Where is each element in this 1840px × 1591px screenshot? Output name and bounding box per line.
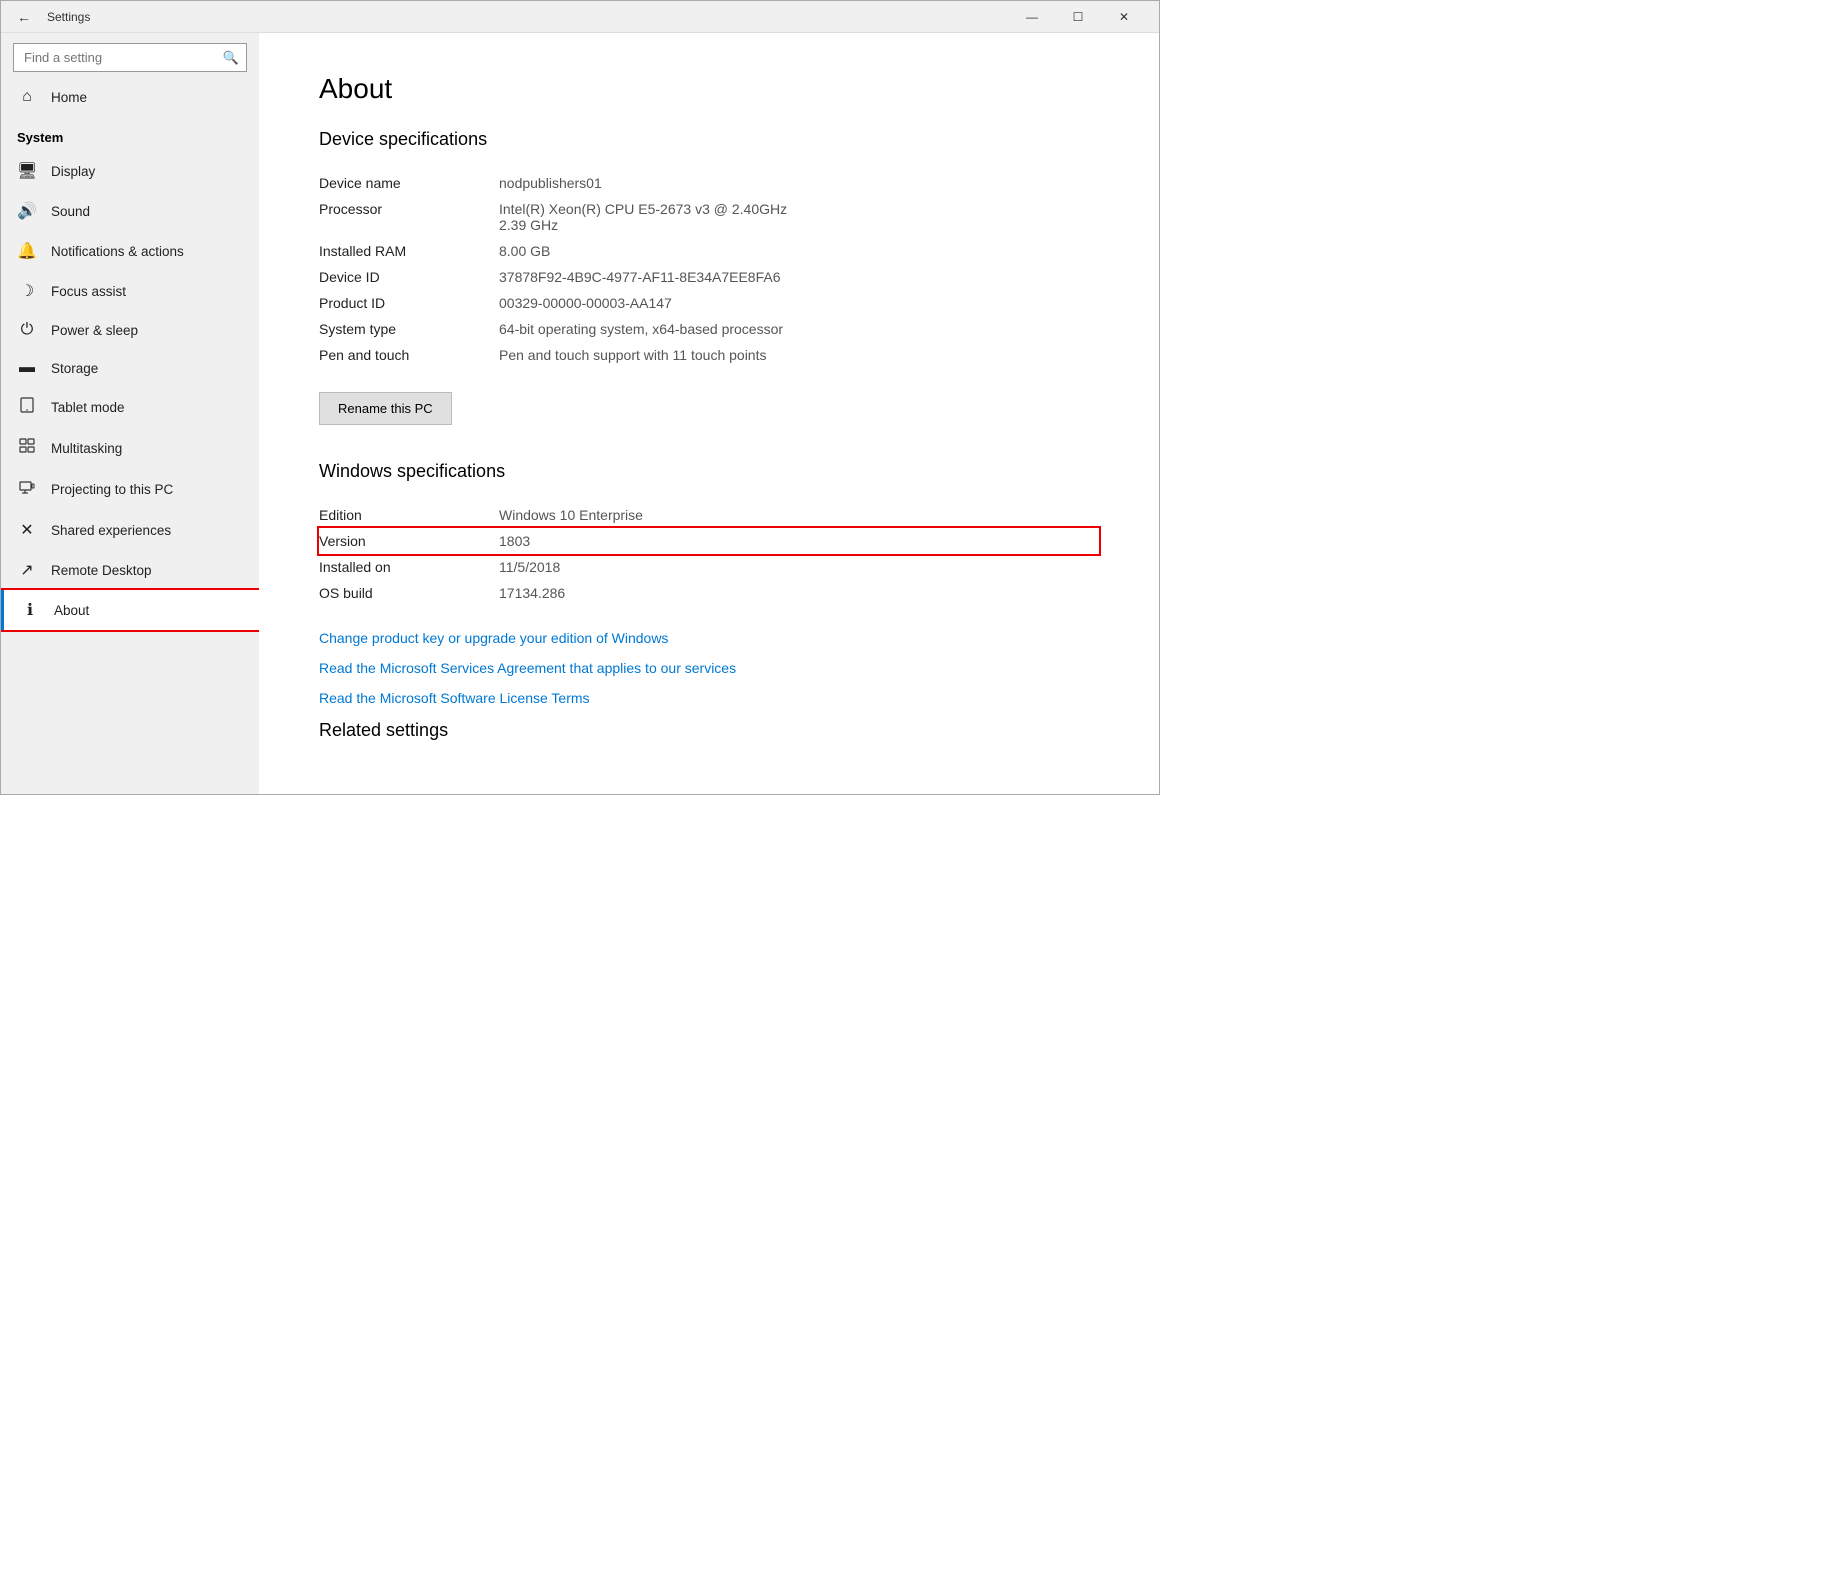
back-button[interactable]: ← — [13, 5, 35, 29]
rename-pc-button[interactable]: Rename this PC — [319, 392, 452, 425]
sidebar-item-power-label: Power & sleep — [51, 323, 138, 338]
spec-value: 37878F92-4B9C-4977-AF11-8E34A7EE8FA6 — [499, 264, 1099, 290]
spec-value: 17134.286 — [499, 580, 1099, 606]
close-button[interactable]: ✕ — [1101, 1, 1147, 33]
related-settings-title: Related settings — [319, 720, 1099, 741]
power-icon: ⏻ — [17, 321, 37, 339]
spec-label: Device ID — [319, 264, 499, 290]
spec-value: nodpublishers01 — [499, 170, 1099, 196]
device-spec-row: Pen and touchPen and touch support with … — [319, 342, 1099, 368]
sidebar-item-about[interactable]: ℹ About — [1, 590, 259, 630]
spec-value: 1803 — [499, 528, 1099, 554]
spec-label: Device name — [319, 170, 499, 196]
maximize-button[interactable]: ☐ — [1055, 1, 1101, 33]
spec-label: Version — [319, 528, 499, 554]
spec-label: Installed on — [319, 554, 499, 580]
spec-label: Pen and touch — [319, 342, 499, 368]
spec-value: Windows 10 Enterprise — [499, 502, 1099, 528]
sidebar-category-system: System — [1, 116, 259, 151]
sidebar-item-notifications-label: Notifications & actions — [51, 244, 184, 259]
sidebar-item-shared[interactable]: ✕ Shared experiences — [1, 510, 259, 550]
sidebar-item-storage-label: Storage — [51, 361, 98, 376]
storage-icon: ▬ — [17, 359, 37, 377]
sidebar-item-projecting[interactable]: Projecting to this PC — [1, 469, 259, 510]
device-spec-row: ProcessorIntel(R) Xeon(R) CPU E5-2673 v3… — [319, 196, 1099, 238]
windows-spec-row: EditionWindows 10 Enterprise — [319, 502, 1099, 528]
device-spec-row: Product ID00329-00000-00003-AA147 — [319, 290, 1099, 316]
sidebar-item-tablet[interactable]: Tablet mode — [1, 387, 259, 428]
notifications-icon: 🔔 — [17, 241, 37, 261]
spec-label: Edition — [319, 502, 499, 528]
spec-label: OS build — [319, 580, 499, 606]
sidebar-item-shared-label: Shared experiences — [51, 523, 171, 538]
page-title: About — [319, 73, 1099, 105]
device-specs-table: Device namenodpublishers01ProcessorIntel… — [319, 170, 1099, 368]
sidebar-item-power[interactable]: ⏻ Power & sleep — [1, 311, 259, 349]
settings-link[interactable]: Change product key or upgrade your editi… — [319, 630, 1099, 646]
settings-link[interactable]: Read the Microsoft Services Agreement th… — [319, 660, 1099, 676]
sidebar-item-home[interactable]: ⌂ Home — [1, 78, 259, 116]
settings-link[interactable]: Read the Microsoft Software License Term… — [319, 690, 1099, 706]
shared-icon: ✕ — [17, 520, 37, 540]
sidebar-item-display[interactable]: 🖥 Display — [1, 151, 259, 191]
multitasking-icon — [17, 438, 37, 459]
windows-specs-table: EditionWindows 10 EnterpriseVersion1803I… — [319, 502, 1099, 606]
device-specs-title: Device specifications — [319, 129, 1099, 150]
projecting-icon — [17, 479, 37, 500]
sidebar-item-multitasking[interactable]: Multitasking — [1, 428, 259, 469]
windows-spec-row: Installed on11/5/2018 — [319, 554, 1099, 580]
sidebar-item-display-label: Display — [51, 164, 95, 179]
device-spec-row: Device namenodpublishers01 — [319, 170, 1099, 196]
spec-label: Product ID — [319, 290, 499, 316]
sidebar-item-storage[interactable]: ▬ Storage — [1, 349, 259, 387]
display-icon: 🖥 — [17, 161, 37, 181]
window-controls: — ☐ ✕ — [1009, 1, 1147, 33]
sidebar-item-sound-label: Sound — [51, 204, 90, 219]
spec-label: Installed RAM — [319, 238, 499, 264]
sidebar-search-container: 🔍 — [13, 43, 247, 72]
about-icon: ℹ — [20, 600, 40, 620]
spec-value: 64-bit operating system, x64-based proce… — [499, 316, 1099, 342]
links-container: Change product key or upgrade your editi… — [319, 630, 1099, 706]
sound-icon: 🔊 — [17, 201, 37, 221]
spec-value: 8.00 GB — [499, 238, 1099, 264]
spec-value: Pen and touch support with 11 touch poin… — [499, 342, 1099, 368]
sidebar-item-tablet-label: Tablet mode — [51, 400, 125, 415]
windows-spec-row: Version1803 — [319, 528, 1099, 554]
focus-icon: ☽ — [17, 281, 37, 301]
sidebar-item-home-label: Home — [51, 90, 87, 105]
sidebar-item-sound[interactable]: 🔊 Sound — [1, 191, 259, 231]
sidebar-item-remote-label: Remote Desktop — [51, 563, 152, 578]
sidebar-item-about-label: About — [54, 603, 89, 618]
sidebar-item-remote[interactable]: ↗ Remote Desktop — [1, 550, 259, 590]
home-icon: ⌂ — [17, 88, 37, 106]
device-spec-row: Installed RAM8.00 GB — [319, 238, 1099, 264]
remote-icon: ↗ — [17, 560, 37, 580]
search-input[interactable] — [13, 43, 247, 72]
sidebar-item-multitasking-label: Multitasking — [51, 441, 122, 456]
search-icon: 🔍 — [223, 50, 239, 66]
spec-label: Processor — [319, 196, 499, 238]
windows-specs-title: Windows specifications — [319, 461, 1099, 482]
sidebar-item-focus[interactable]: ☽ Focus assist — [1, 271, 259, 311]
sidebar-item-projecting-label: Projecting to this PC — [51, 482, 173, 497]
spec-value: Intel(R) Xeon(R) CPU E5-2673 v3 @ 2.40GH… — [499, 196, 1099, 238]
windows-spec-row: OS build17134.286 — [319, 580, 1099, 606]
spec-label: System type — [319, 316, 499, 342]
spec-value: 11/5/2018 — [499, 554, 1099, 580]
sidebar: 🔍 ⌂ Home System 🖥 Display 🔊 Sound 🔔 Noti… — [1, 33, 259, 794]
titlebar-title: Settings — [47, 10, 1009, 24]
titlebar: ← Settings — ☐ ✕ — [1, 1, 1159, 33]
sidebar-item-notifications[interactable]: 🔔 Notifications & actions — [1, 231, 259, 271]
main-layout: 🔍 ⌂ Home System 🖥 Display 🔊 Sound 🔔 Noti… — [1, 33, 1159, 794]
minimize-button[interactable]: — — [1009, 1, 1055, 33]
device-spec-row: Device ID37878F92-4B9C-4977-AF11-8E34A7E… — [319, 264, 1099, 290]
tablet-icon — [17, 397, 37, 418]
device-spec-row: System type64-bit operating system, x64-… — [319, 316, 1099, 342]
spec-value: 00329-00000-00003-AA147 — [499, 290, 1099, 316]
content-area: About Device specifications Device namen… — [259, 33, 1159, 794]
sidebar-item-focus-label: Focus assist — [51, 284, 126, 299]
